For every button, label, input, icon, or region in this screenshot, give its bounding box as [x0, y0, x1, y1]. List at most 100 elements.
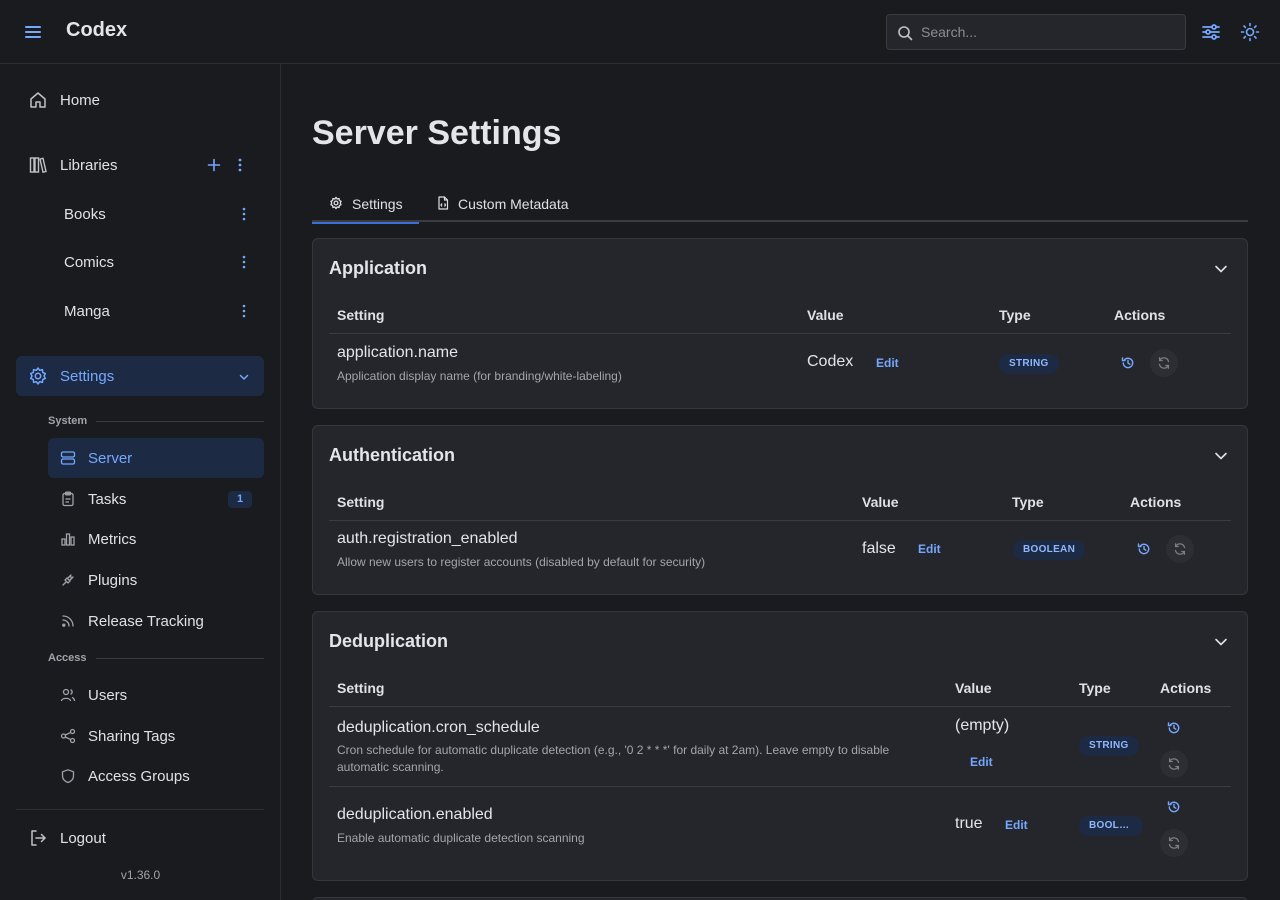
sun-icon[interactable]	[1238, 20, 1262, 44]
table-divider	[329, 333, 1231, 334]
sidebar-item-label: Manga	[64, 303, 110, 320]
sidebar-item-label: Libraries	[60, 156, 118, 174]
history-icon[interactable]	[1160, 714, 1188, 742]
sidebar-item-label: Comics	[64, 254, 115, 271]
setting-value: (empty)	[955, 717, 1010, 734]
section-card-deduplication: Deduplication Setting Value Type Actions…	[312, 611, 1248, 881]
sidebar-item-manga[interactable]: Manga	[48, 291, 264, 331]
reset-icon[interactable]	[1166, 535, 1194, 563]
sidebar-item-release-tracking[interactable]: Release Tracking	[48, 601, 264, 641]
search-input[interactable]	[921, 15, 1179, 49]
column-header-actions: Actions	[1160, 680, 1212, 696]
setting-value: true	[955, 815, 983, 832]
sidebar-item-comics[interactable]: Comics	[48, 242, 264, 282]
plug-icon	[60, 572, 76, 588]
sidebar-item-label: Tasks	[88, 491, 127, 508]
setting-description: Application display name (for branding/w…	[337, 369, 622, 383]
divider	[16, 809, 264, 810]
column-header-value: Value	[955, 680, 992, 696]
type-badge: STRING	[1079, 736, 1139, 756]
type-badge: BOOLEAN	[1013, 540, 1086, 560]
sidebar-item-label: Server	[88, 450, 133, 467]
section-title: Deduplication	[329, 631, 449, 651]
history-icon[interactable]	[1130, 535, 1158, 563]
type-badge: BOOLE...	[1079, 816, 1143, 836]
column-header-value: Value	[807, 307, 844, 323]
history-icon[interactable]	[1114, 349, 1142, 377]
file-code-icon	[436, 196, 450, 210]
app-version: v1.36.0	[120, 868, 161, 882]
sidebar: Home Libraries Books Comics Manga Settin…	[0, 64, 281, 900]
sidebar-item-label: Sharing Tags	[88, 728, 176, 745]
setting-key: deduplication.cron_schedule	[337, 719, 540, 736]
reset-icon[interactable]	[1160, 750, 1188, 778]
setting-description: Enable automatic duplicate detection sca…	[337, 831, 585, 845]
setting-key: application.name	[337, 344, 458, 361]
rss-icon	[60, 613, 76, 629]
more-vertical-icon[interactable]	[240, 254, 248, 270]
library-icon	[28, 155, 48, 175]
search-icon	[898, 26, 913, 41]
tab-custom-metadata[interactable]: Custom Metadata	[420, 186, 580, 222]
sidebar-item-books[interactable]: Books	[48, 194, 264, 234]
users-icon	[60, 687, 76, 703]
add-library-icon[interactable]	[206, 157, 222, 173]
section-card-authentication: Authentication Setting Value Type Action…	[312, 425, 1248, 595]
sidebar-item-label: Plugins	[88, 572, 138, 589]
sidebar-item-plugins[interactable]: Plugins	[48, 560, 264, 600]
edit-button[interactable]: Edit	[1005, 818, 1028, 832]
chevron-down-icon[interactable]	[1213, 261, 1229, 277]
sidebar-item-tasks[interactable]: Tasks 1	[48, 479, 264, 519]
table-divider	[329, 706, 1231, 707]
hamburger-icon[interactable]	[20, 20, 46, 44]
reset-icon[interactable]	[1160, 829, 1188, 857]
edit-button[interactable]: Edit	[918, 542, 941, 556]
history-icon[interactable]	[1160, 793, 1188, 821]
edit-button[interactable]: Edit	[876, 356, 899, 370]
bar-chart-icon	[60, 531, 76, 547]
sidebar-item-label: Books	[64, 206, 106, 223]
sidebar-item-label: Access Groups	[88, 768, 190, 785]
column-header-type: Type	[1079, 680, 1111, 696]
chevron-down-icon[interactable]	[1213, 634, 1229, 650]
divider	[96, 658, 264, 659]
setting-key: deduplication.enabled	[337, 806, 493, 823]
section-title: Authentication	[329, 445, 455, 465]
more-vertical-icon[interactable]	[240, 303, 248, 319]
sidebar-item-access-groups[interactable]: Access Groups	[48, 756, 264, 796]
column-header-value: Value	[862, 494, 899, 510]
app-title[interactable]: Codex	[66, 19, 127, 42]
shield-icon	[60, 768, 76, 784]
more-vertical-icon[interactable]	[232, 157, 248, 173]
reset-icon[interactable]	[1150, 349, 1178, 377]
gear-icon	[329, 196, 343, 210]
sidebar-item-sharing-tags[interactable]: Sharing Tags	[48, 716, 264, 756]
column-header-actions: Actions	[1114, 307, 1166, 323]
search-bar[interactable]	[886, 14, 1186, 50]
more-vertical-icon[interactable]	[240, 206, 248, 222]
sidebar-item-home[interactable]: Home	[16, 80, 264, 120]
sidebar-item-metrics[interactable]: Metrics	[48, 519, 264, 559]
section-card-application: Application Setting Value Type Actions a…	[312, 238, 1248, 409]
logout-button[interactable]: Logout	[16, 818, 264, 858]
sidebar-item-label: Users	[88, 687, 128, 704]
column-header-setting: Setting	[337, 680, 385, 696]
top-header: Codex	[0, 0, 1280, 64]
share-icon	[60, 728, 76, 744]
tab-label: Settings	[352, 196, 403, 212]
sliders-icon[interactable]	[1199, 20, 1223, 44]
sidebar-item-libraries[interactable]: Libraries	[16, 145, 264, 185]
table-divider	[329, 520, 1231, 521]
sidebar-item-users[interactable]: Users	[48, 675, 264, 715]
sidebar-item-settings[interactable]: Settings	[16, 356, 264, 396]
edit-button[interactable]: Edit	[970, 755, 993, 769]
sidebar-item-label: Metrics	[88, 531, 137, 548]
column-header-type: Type	[999, 307, 1031, 323]
sidebar-item-server[interactable]: Server	[48, 438, 264, 478]
sidebar-item-label: Home	[60, 91, 101, 109]
setting-description: Cron schedule for automatic duplicate de…	[337, 743, 890, 774]
tab-settings[interactable]: Settings	[312, 186, 419, 224]
chevron-down-icon[interactable]	[1213, 448, 1229, 464]
section-label-system: System	[48, 415, 88, 427]
home-icon	[28, 90, 48, 110]
